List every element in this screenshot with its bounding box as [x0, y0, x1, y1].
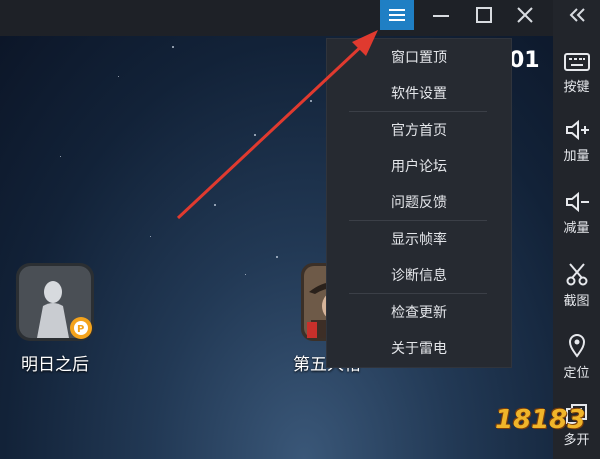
sidebar-item-screenshot[interactable]: 截图 — [553, 256, 600, 314]
sidebar-item-volume-up[interactable]: 加量 — [553, 112, 600, 170]
keyboard-icon — [563, 52, 590, 71]
annotation-arrow — [176, 30, 378, 220]
right-sidebar: 按键 加量 减量 截图 定位 多开 — [553, 0, 600, 459]
volume-up-icon — [565, 119, 589, 140]
sidebar-item-label: 减量 — [563, 220, 590, 236]
sidebar-item-location[interactable]: 定位 — [553, 328, 600, 386]
collapse-sidebar-button[interactable] — [553, 0, 600, 30]
sidebar-item-label: 截图 — [563, 293, 590, 309]
sidebar-item-volume-down[interactable]: 减量 — [553, 184, 600, 242]
location-pin-icon — [568, 333, 585, 358]
scissors-icon — [566, 262, 587, 285]
sidebar-item-keymap[interactable]: 按键 — [553, 44, 600, 102]
sidebar-item-label: 按键 — [563, 79, 590, 95]
sidebar-item-label: 定位 — [563, 365, 590, 381]
volume-down-icon — [565, 191, 589, 212]
watermark-logo: 18183 — [495, 405, 586, 435]
double-chevron-left-icon — [569, 8, 585, 22]
sidebar-item-label: 加量 — [563, 148, 590, 164]
